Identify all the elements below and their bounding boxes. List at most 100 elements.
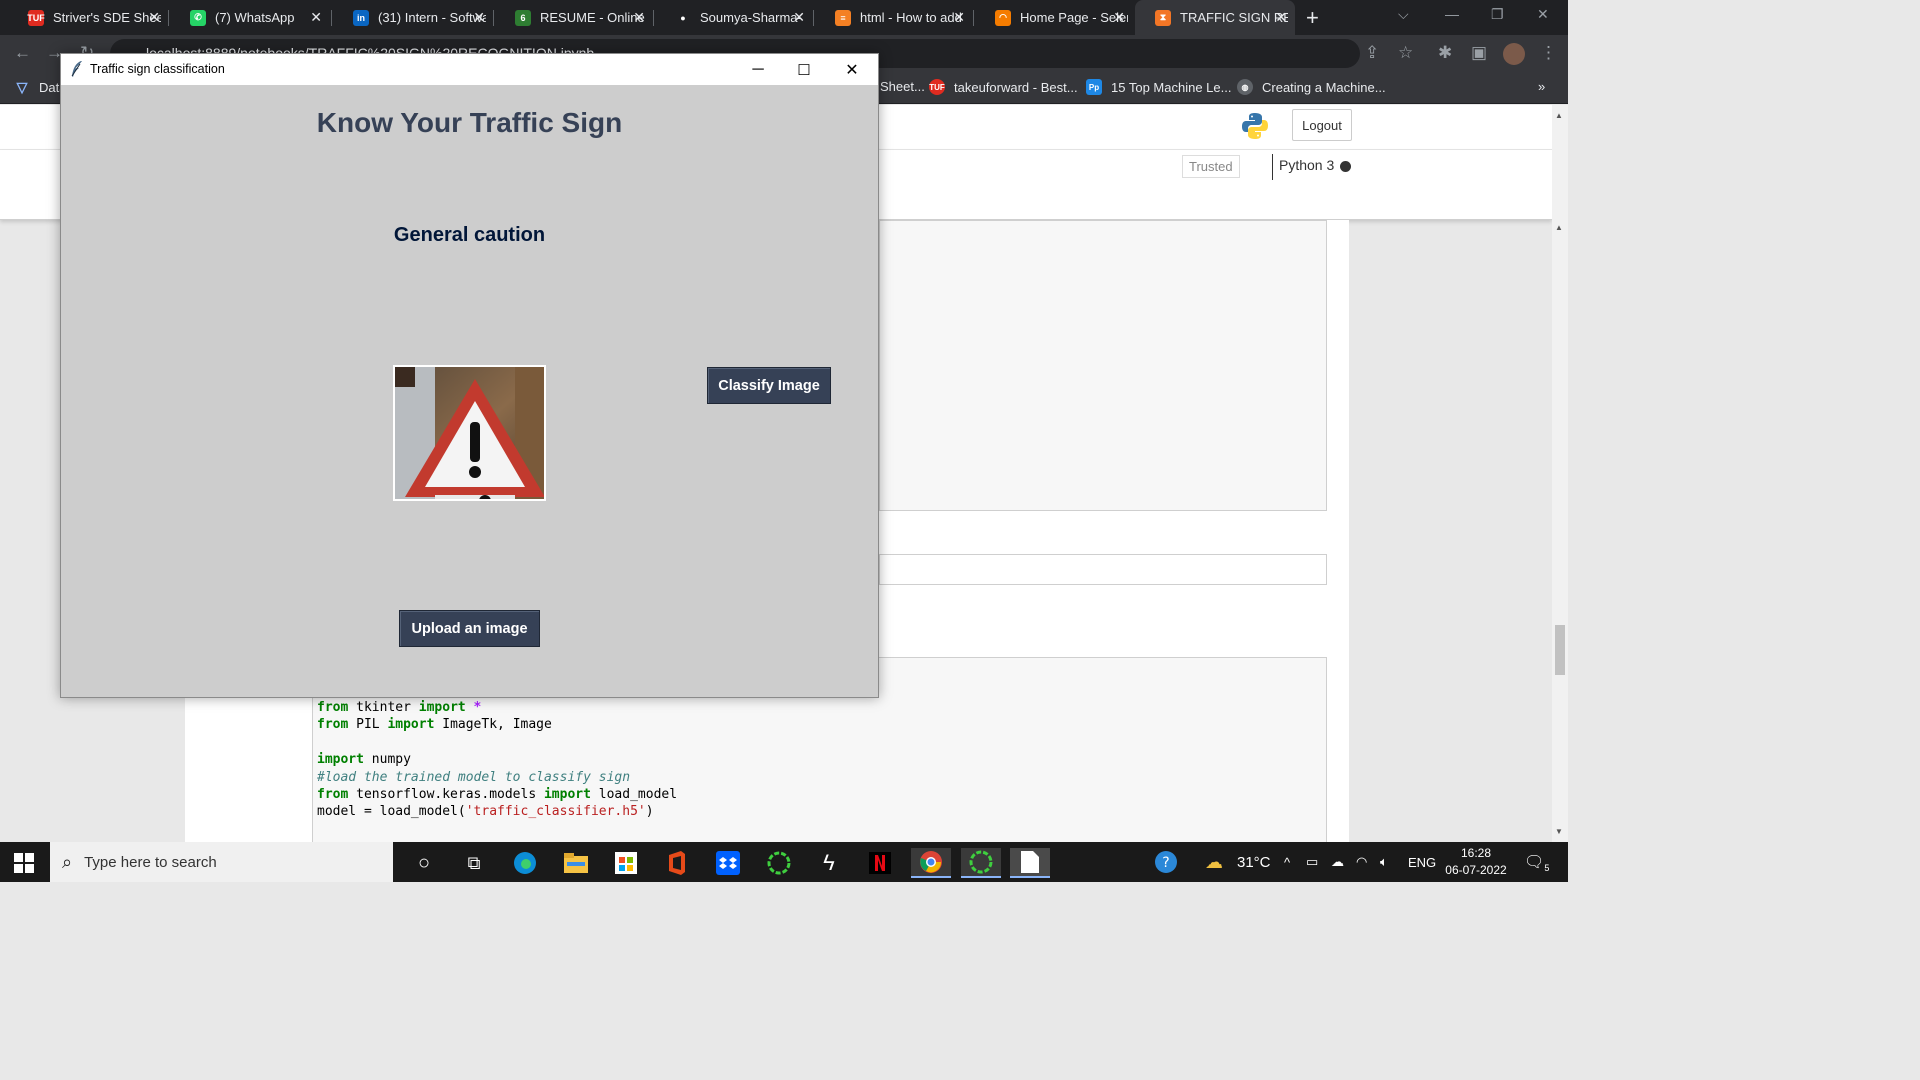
bookmark-ml[interactable]: Pp 15 Top Machine Le...	[1086, 79, 1231, 95]
trusted-indicator[interactable]: Trusted	[1182, 155, 1240, 178]
chrome-icon[interactable]	[911, 848, 951, 878]
window-minimize-icon[interactable]: ─	[735, 56, 781, 84]
side-panel-icon[interactable]: ▣	[1471, 43, 1487, 63]
code-token: from	[317, 786, 349, 802]
github-icon: ●	[680, 12, 686, 23]
cortana-icon[interactable]: ○	[404, 848, 444, 878]
code-token: model = load_model(	[317, 804, 466, 820]
tray-chevron-icon[interactable]: ^	[1284, 842, 1290, 882]
tab-close-icon[interactable]: ✕	[1275, 9, 1287, 26]
notification-count: 5	[1544, 863, 1550, 874]
tab-separator	[973, 10, 974, 26]
whatsapp-icon: ✆	[190, 9, 206, 26]
browser-tab[interactable]: 6 RESUME - Online ✕	[495, 0, 653, 35]
code-token: load_model	[590, 786, 678, 802]
office-icon[interactable]	[657, 848, 697, 878]
logout-button[interactable]: Logout	[1292, 109, 1352, 141]
dropbox-icon[interactable]	[708, 848, 748, 878]
task-view-icon[interactable]: ⧉	[454, 848, 494, 878]
bookmark-data[interactable]: ▽ Data	[14, 79, 67, 95]
weather-icon[interactable]: ☁	[1205, 842, 1223, 882]
traffic-sign-window: Traffic sign classification ─ ☐ ✕ Know Y…	[60, 53, 879, 698]
scroll-up-small-icon[interactable]: ▲	[1555, 223, 1563, 232]
upload-image-button[interactable]: Upload an image	[399, 610, 540, 647]
code-token: )	[645, 804, 654, 820]
menu-icon[interactable]: ⋮	[1540, 43, 1557, 63]
close-icon[interactable]: ✕	[1537, 6, 1549, 23]
tab-close-icon[interactable]: ✕	[793, 9, 805, 26]
browser-tab[interactable]: in (31) Intern - Software✕	[333, 0, 493, 35]
classify-image-button[interactable]: Classify Image	[707, 367, 831, 404]
extensions-icon[interactable]: ✱	[1438, 43, 1452, 63]
tab-close-icon[interactable]: ✕	[473, 9, 485, 26]
sync-app-icon[interactable]	[759, 848, 799, 878]
code-editor[interactable]: from tkinter import * from PIL import Ima…	[317, 699, 677, 821]
minimize-icon[interactable]: —	[1445, 6, 1459, 22]
restore-icon[interactable]: ❐	[1491, 6, 1504, 23]
tk-feather-icon	[71, 61, 82, 77]
app-heading: Know Your Traffic Sign	[316, 107, 623, 138]
globe-icon: ◍	[1237, 79, 1253, 95]
new-tab-button[interactable]: +	[1306, 5, 1319, 31]
page-scrollbar[interactable]: ▲ ▲ ▼	[1552, 105, 1568, 842]
help-icon[interactable]: ?	[1154, 842, 1178, 882]
lightning-app-icon[interactable]: ϟ	[809, 848, 849, 878]
browser-tab[interactable]: ● Soumya-Sharma- ✕	[655, 0, 813, 35]
back-icon[interactable]: ←	[14, 43, 31, 63]
language-indicator[interactable]: ENG	[1408, 842, 1436, 882]
wifi-icon[interactable]: ◠	[1356, 842, 1367, 882]
window-maximize-icon[interactable]: ☐	[781, 56, 827, 84]
window-close-icon[interactable]: ✕	[829, 56, 875, 84]
code-line: from PIL import ImageTk, Image	[317, 716, 677, 733]
profile-avatar[interactable]	[1503, 43, 1525, 65]
tab-close-icon[interactable]: ✕	[633, 9, 645, 26]
code-token: 'traffic_classifier.h5'	[465, 804, 646, 820]
browser-tab[interactable]: ✆ (7) WhatsApp ✕	[170, 0, 330, 35]
weather-temp[interactable]: 31°C	[1237, 842, 1271, 882]
tab-close-icon[interactable]: ✕	[953, 9, 965, 26]
bookmark-sheet[interactable]: Sheet...	[880, 79, 925, 94]
netflix-icon[interactable]	[860, 848, 900, 878]
bookmark-creating-ml[interactable]: ◍ Creating a Machine...	[1237, 79, 1386, 95]
tab-separator	[168, 10, 169, 26]
tab-close-icon[interactable]: ✕	[1113, 9, 1125, 26]
resume-icon: 6	[515, 9, 531, 26]
document-app-icon[interactable]	[1010, 848, 1050, 878]
bookmark-takeuforward[interactable]: TUF takeuforward - Best...	[929, 79, 1078, 95]
code-token: from	[317, 700, 349, 715]
window-titlebar[interactable]: Traffic sign classification ─ ☐ ✕	[61, 54, 878, 85]
scrollbar-thumb[interactable]	[1555, 625, 1565, 675]
output-cell[interactable]	[879, 220, 1327, 511]
share-icon[interactable]: ⇪	[1365, 43, 1379, 63]
code-token: PIL	[348, 717, 388, 733]
tab-close-icon[interactable]: ✕	[310, 9, 322, 26]
browser-tab[interactable]: TUF Striver's SDE Sheet ✕	[8, 0, 168, 35]
browser-tab[interactable]: ≡ html - How to add ✕	[815, 0, 973, 35]
tab-search-icon[interactable]: ⌵	[1398, 6, 1409, 23]
browser-tab[interactable]: ⧗ TRAFFIC SIGN RE ✕	[1135, 0, 1295, 35]
file-explorer-icon[interactable]	[556, 848, 596, 878]
store-icon[interactable]	[606, 848, 646, 878]
windows-start-icon[interactable]	[14, 853, 34, 873]
tab-close-icon[interactable]: ✕	[148, 9, 160, 26]
browser-tab[interactable]: ◠ Home Page - Selenium✕	[975, 0, 1133, 35]
tab-title: TRAFFIC SIGN RE	[1180, 10, 1288, 25]
volume-icon[interactable]: 🔈︎	[1380, 842, 1388, 882]
code-token: import	[317, 752, 364, 768]
notification-center-icon[interactable]: 🗨︎5	[1524, 852, 1549, 873]
scroll-up-icon[interactable]: ▲	[1555, 111, 1563, 120]
code-cell-empty[interactable]	[879, 554, 1327, 585]
star-icon[interactable]: ☆	[1398, 43, 1413, 63]
taskbar-search[interactable]: ⌕ Type here to search	[50, 842, 393, 882]
sync-app-2-icon[interactable]	[961, 848, 1001, 878]
code-token: numpy	[363, 752, 411, 768]
battery-icon[interactable]: ▭	[1306, 842, 1318, 882]
tab-title: RESUME - Online	[540, 10, 645, 25]
cloud-icon[interactable]: ☁	[1331, 842, 1344, 882]
bookmarks-overflow[interactable]: »	[1538, 79, 1545, 94]
system-clock[interactable]: 16:28 06-07-2022	[1440, 845, 1512, 879]
edge-icon[interactable]	[505, 848, 545, 878]
clock-date: 06-07-2022	[1445, 863, 1507, 877]
tab-separator	[653, 10, 654, 26]
scroll-down-icon[interactable]: ▼	[1555, 827, 1563, 836]
